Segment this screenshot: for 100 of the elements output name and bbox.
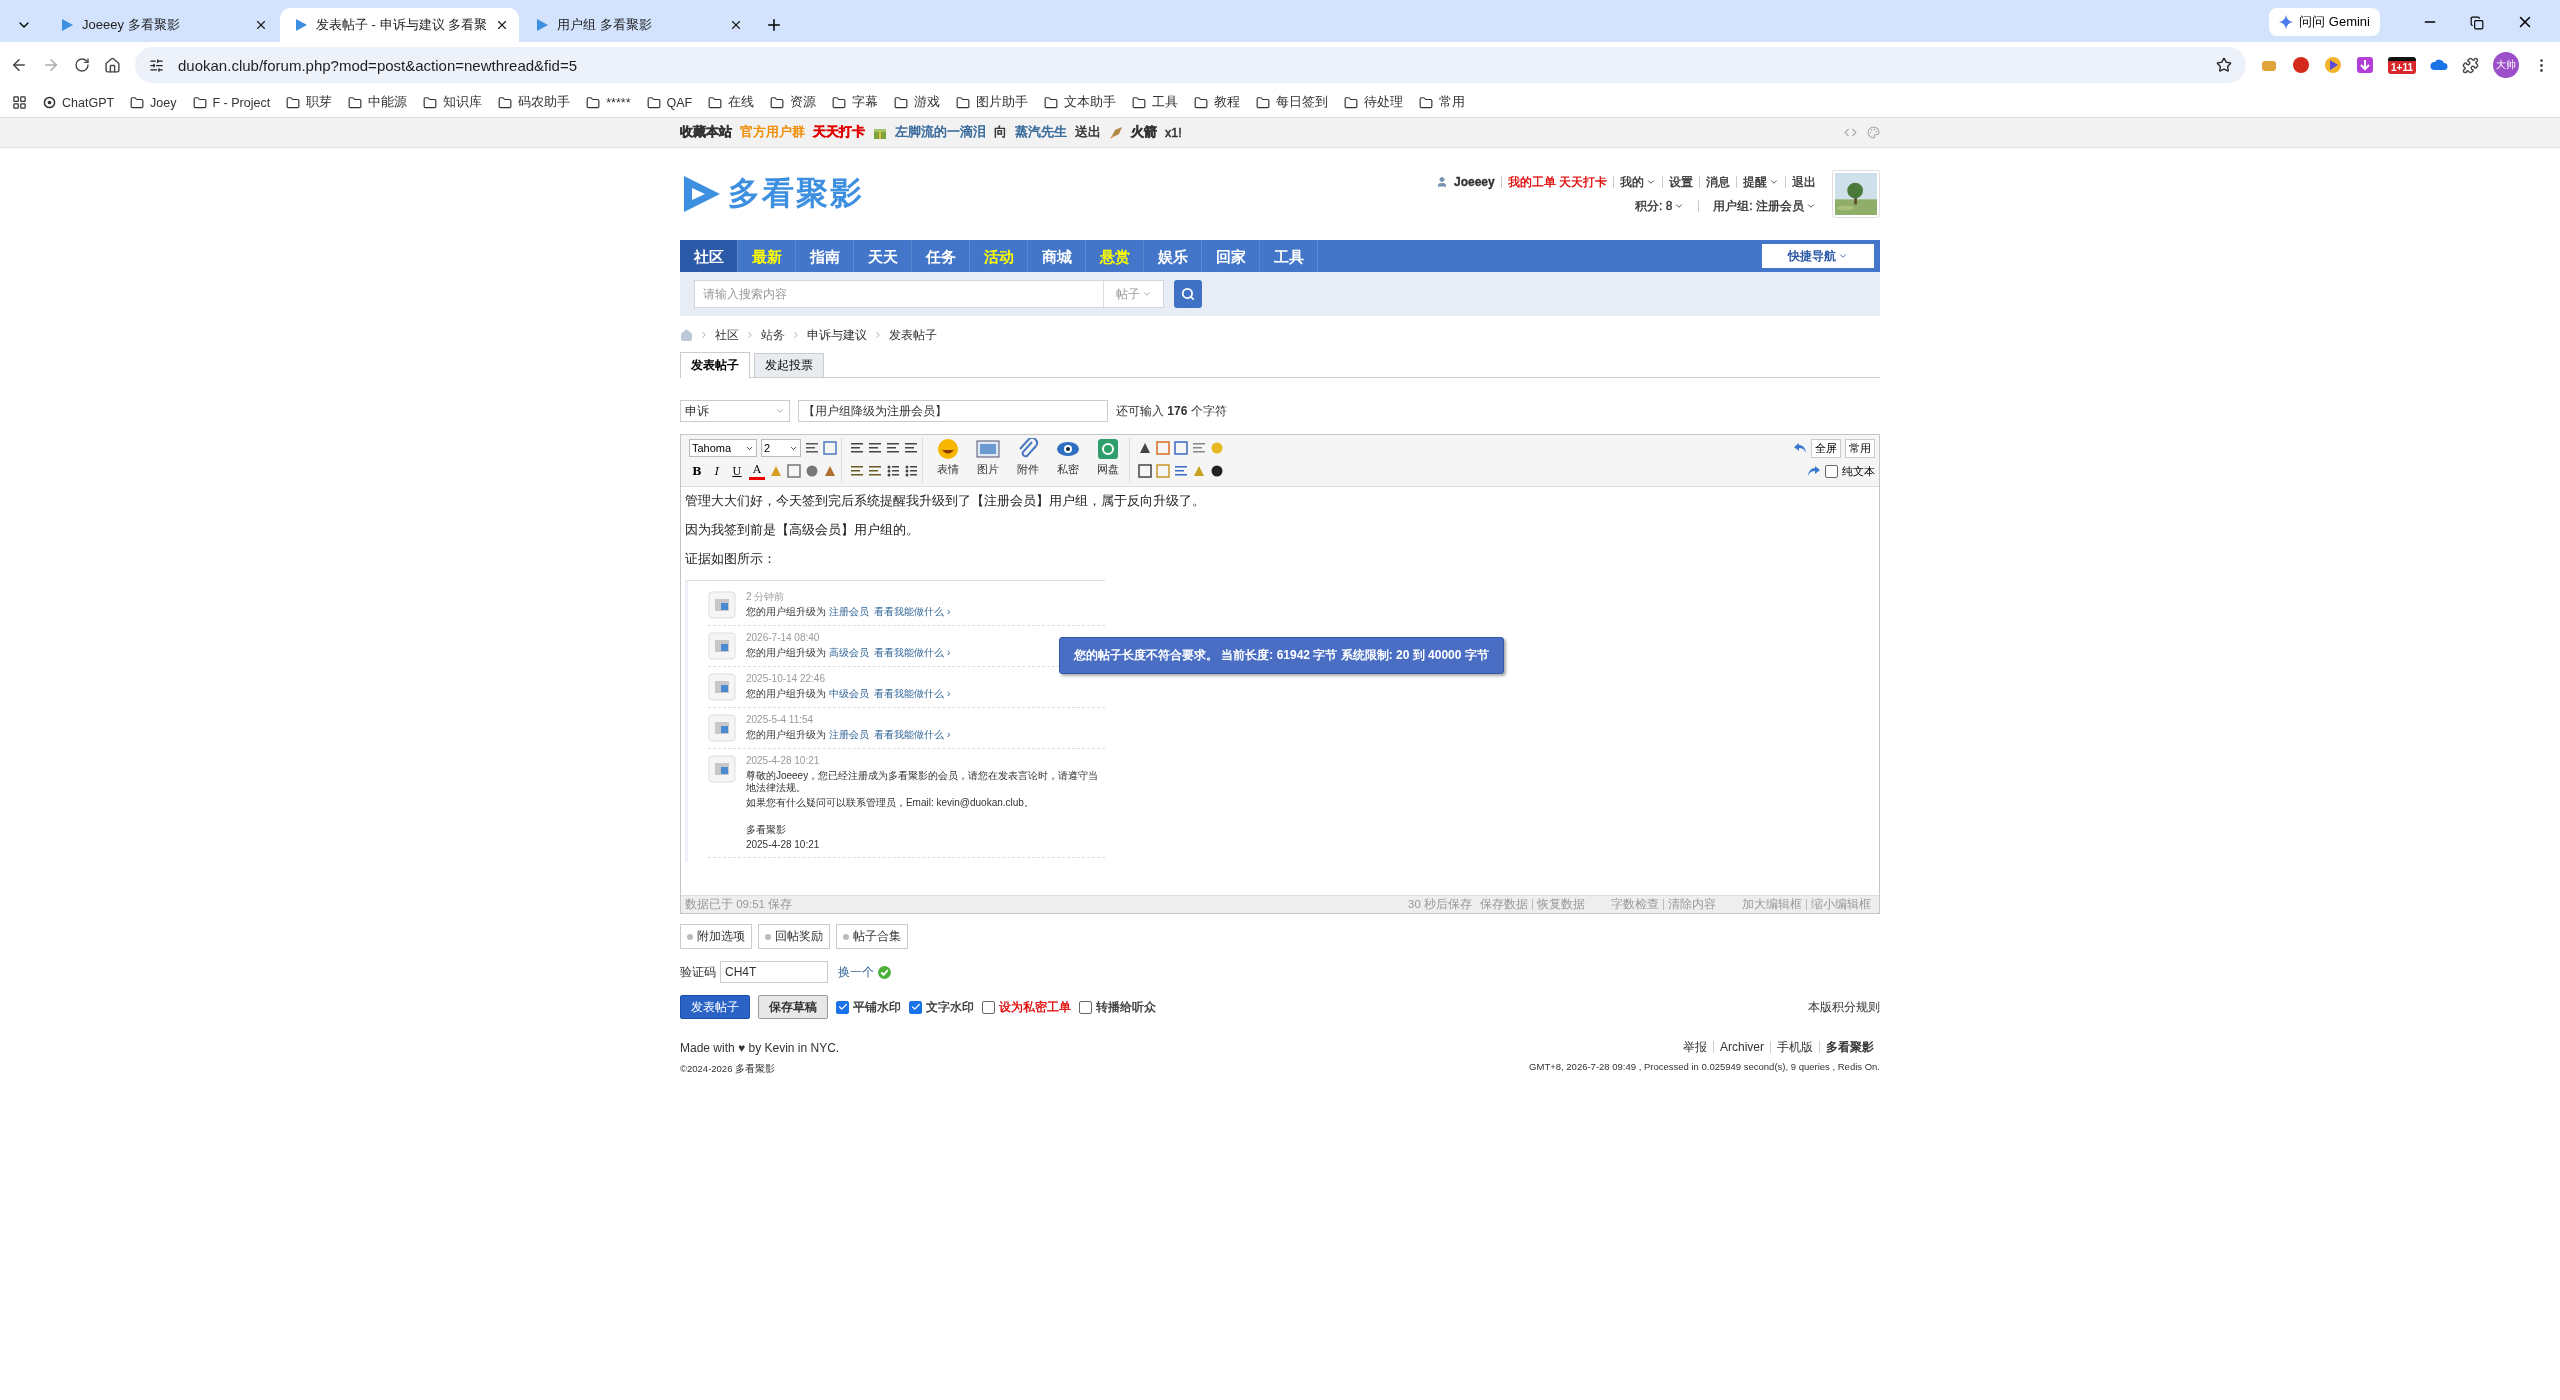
bookmark[interactable]: 游戏 xyxy=(894,94,941,111)
more-link[interactable]: 看看我能做什么 › xyxy=(874,688,951,699)
option-toggle[interactable]: 帖子合集 xyxy=(836,924,908,949)
nav-label[interactable]: 任务 xyxy=(925,248,956,264)
rules-link[interactable]: 本版积分规则 xyxy=(1808,998,1880,1016)
breadcrumb-link[interactable]: 申诉与建议 xyxy=(807,326,867,344)
save-draft-button[interactable]: 保存草稿 xyxy=(758,995,828,1019)
bookmark[interactable]: 待处理 xyxy=(1344,94,1404,111)
topbar-text[interactable]: 蒸汽先生 xyxy=(1015,124,1067,141)
horizontal-rule-icon[interactable] xyxy=(805,441,819,455)
align-right-icon[interactable] xyxy=(850,441,864,455)
user-menu-link[interactable]: 退出 xyxy=(1785,176,1822,188)
topbar-text[interactable]: x1! xyxy=(1165,125,1182,140)
apps-icon[interactable] xyxy=(12,95,27,110)
toolbar-label[interactable]: 表情 xyxy=(937,462,959,477)
option-toggle[interactable]: 附加选项 xyxy=(680,924,752,949)
checkbox-label[interactable]: 转播给听众 xyxy=(1096,998,1156,1016)
bookmark[interactable]: 在线 xyxy=(708,94,755,111)
format-button[interactable]: U xyxy=(729,462,745,480)
user-menu-link[interactable]: 设置 xyxy=(1662,176,1699,188)
topbar-text[interactable]: 火箭 xyxy=(1131,124,1157,141)
back-icon[interactable] xyxy=(10,56,28,74)
post-tab[interactable]: 发表帖子 xyxy=(680,352,750,378)
bookmark[interactable]: 字幕 xyxy=(832,94,879,111)
nav-label[interactable]: 天天 xyxy=(867,248,898,264)
group-link[interactable]: 注册会员 xyxy=(828,606,869,617)
nav-label[interactable]: 最新 xyxy=(751,248,782,264)
font-select[interactable]: Tahoma xyxy=(689,439,757,457)
extensions-icon[interactable] xyxy=(2462,56,2479,74)
bookmark[interactable]: 工具 xyxy=(1132,94,1179,111)
topbar-text[interactable]: 向 xyxy=(994,124,1007,141)
checkbox-label[interactable]: 纯文本 xyxy=(1842,463,1875,479)
user-menu-link[interactable]: 消息 xyxy=(1699,176,1736,188)
checkbox-label[interactable]: 设为私密工单 xyxy=(999,998,1071,1016)
home-icon[interactable] xyxy=(104,56,121,74)
float-left-icon[interactable] xyxy=(850,464,864,478)
bookmark[interactable]: 码农助手 xyxy=(498,94,571,111)
bookmark[interactable]: 文本助手 xyxy=(1044,94,1117,111)
bookmark[interactable]: Joey xyxy=(130,95,177,110)
smiley-icon[interactable] xyxy=(936,438,960,460)
align-center-icon[interactable] xyxy=(886,441,900,455)
nav-label[interactable]: 指南 xyxy=(809,248,840,264)
gemini-button[interactable]: 问问 Gemini xyxy=(2269,8,2380,36)
submit-button[interactable]: 发表帖子 xyxy=(680,995,750,1019)
bookmark[interactable]: ChatGPT xyxy=(43,95,115,110)
align-left-icon[interactable] xyxy=(868,441,882,455)
indent-icon[interactable] xyxy=(1174,464,1188,478)
user-menu-link[interactable]: 我的 xyxy=(1613,176,1662,188)
font-size-select[interactable]: 2 xyxy=(761,439,801,457)
topbar-text[interactable]: 收藏本站 xyxy=(680,124,732,141)
toolbar-label[interactable]: 图片 xyxy=(977,462,999,477)
toolbar-label[interactable]: 私密 xyxy=(1057,462,1079,477)
redo-icon[interactable] xyxy=(1807,465,1821,477)
nav-label[interactable]: 活动 xyxy=(983,248,1014,264)
footer-link[interactable]: 举报 xyxy=(1677,1041,1713,1053)
nav-tab[interactable]: 社区 xyxy=(680,240,738,272)
nav-label[interactable]: 工具 xyxy=(1273,248,1304,264)
more-link[interactable]: 看看我能做什么 › xyxy=(874,647,951,658)
bullet-list-icon[interactable] xyxy=(904,464,918,478)
bookmark[interactable]: 教程 xyxy=(1194,94,1241,111)
user-stat-link[interactable]: 用户组: 注册会员 xyxy=(1698,200,1822,212)
float-right-icon[interactable] xyxy=(868,464,882,478)
checkbox[interactable] xyxy=(1825,464,1838,478)
username-link[interactable]: Joeeey xyxy=(1447,176,1501,188)
format-button[interactable]: B xyxy=(689,462,705,480)
change-captcha-link[interactable]: 换一个 xyxy=(838,963,874,981)
bookmark[interactable]: ***** xyxy=(586,95,631,110)
bookmark[interactable]: 每日签到 xyxy=(1256,94,1329,111)
checkbox[interactable] xyxy=(836,1000,849,1014)
group-link[interactable]: 中级会员 xyxy=(828,688,869,699)
user-menu-link[interactable]: 提醒 xyxy=(1736,176,1785,188)
bookmark[interactable]: QAF xyxy=(646,95,693,110)
extension-badge[interactable]: 1+11 xyxy=(2388,56,2416,74)
topbar-text[interactable]: 左脚流的一滴泪 xyxy=(895,124,986,141)
editor-mode-button[interactable]: 常用 xyxy=(1845,438,1875,458)
browser-tab[interactable]: Joeeey 多看聚影 xyxy=(46,8,278,42)
search-button[interactable] xyxy=(1174,280,1202,308)
category-select[interactable]: 申诉 xyxy=(680,400,790,422)
bookmark[interactable]: 知识库 xyxy=(423,94,483,111)
checkbox[interactable] xyxy=(1079,1000,1092,1014)
bookmark[interactable]: 常用 xyxy=(1419,94,1466,111)
footer-link[interactable]: 手机版 xyxy=(1770,1041,1819,1053)
quick-nav-button[interactable]: 快捷导航 xyxy=(1762,244,1874,268)
user-menu-link[interactable]: 我的工单 天天打卡 xyxy=(1500,176,1613,188)
align-justify-icon[interactable] xyxy=(904,441,918,455)
restore-icon[interactable] xyxy=(2470,16,2484,30)
group-link[interactable]: 注册会员 xyxy=(828,729,869,740)
captcha-field[interactable]: CH4T xyxy=(720,961,828,983)
undo-icon[interactable] xyxy=(1793,442,1807,454)
nav-label[interactable]: 社区 xyxy=(693,248,724,264)
address-bar[interactable]: duokan.club/forum.php?mod=post&action=newthread&fid=5 xyxy=(135,47,2246,83)
breadcrumb-link[interactable]: 社区 xyxy=(715,326,739,344)
checkbox-label[interactable]: 平铺水印 xyxy=(853,998,901,1016)
nav-label[interactable]: 商城 xyxy=(1041,248,1072,264)
footer-link[interactable]: 多看聚影 xyxy=(1819,1041,1880,1053)
post-tab[interactable]: 发起投票 xyxy=(754,353,824,377)
browser-tab[interactable]: 发表帖子 - 申诉与建议 多看聚 xyxy=(280,8,520,42)
nav-label[interactable]: 回家 xyxy=(1215,248,1246,264)
nav-label[interactable]: 悬赏 xyxy=(1099,248,1130,264)
checkbox[interactable] xyxy=(909,1000,922,1014)
